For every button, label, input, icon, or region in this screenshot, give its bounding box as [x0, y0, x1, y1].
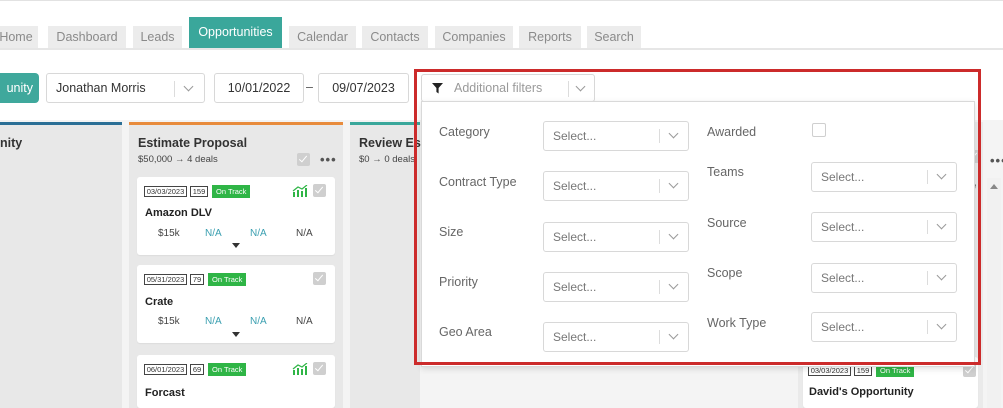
card-title: Amazon DLV — [145, 207, 213, 219]
card-date: 06/01/2023 — [144, 364, 187, 375]
chevron-down-icon[interactable] — [183, 81, 194, 92]
tabs-underline — [0, 48, 1003, 50]
status-badge: On Track — [208, 363, 247, 376]
tab-leads[interactable]: Leads — [133, 26, 182, 48]
opportunity-card[interactable]: 03/03/2023 159 On Track Amazon DLV $15k … — [137, 177, 335, 255]
date-from-input[interactable]: 10/01/2022 — [214, 73, 304, 103]
card-title: Crate — [145, 296, 174, 308]
card-metric: N/A — [296, 228, 313, 239]
column-summary: $50,000 → 4 deals — [138, 154, 218, 165]
card-metric: N/A — [296, 316, 313, 327]
user-select-value: Jonathan Morris — [56, 81, 146, 95]
card-days: 79 — [190, 274, 204, 285]
status-badge: On Track — [208, 273, 247, 286]
highlight-frame — [414, 69, 981, 365]
date-to-input[interactable]: 09/07/2023 — [318, 73, 409, 103]
column-summary: $0 → 0 deals — [359, 154, 415, 165]
card-title: David's Opportunity — [809, 386, 914, 398]
card-select-checkbox[interactable] — [313, 184, 326, 197]
card-select-checkbox[interactable] — [313, 362, 326, 375]
opportunity-card[interactable]: 06/01/2023 69 On Track Forcast — [137, 355, 335, 408]
scroll-up-icon[interactable] — [990, 184, 998, 189]
date-range-separator: – — [306, 80, 313, 94]
top-divider — [0, 0, 1003, 1]
card-days: 69 — [190, 364, 204, 375]
kanban-column-estimate-proposal: Estimate Proposal $50,000 → 4 deals ••• … — [129, 122, 343, 408]
tab-search[interactable]: Search — [587, 26, 641, 48]
status-badge: On Track — [212, 185, 251, 198]
card-metric: N/A — [250, 228, 267, 239]
tab-companies[interactable]: Companies — [435, 26, 513, 48]
column-menu-icon[interactable]: ••• — [320, 152, 337, 167]
card-days: 159 — [190, 186, 208, 197]
card-metric: N/A — [205, 316, 222, 327]
add-opportunity-button[interactable]: unity — [0, 73, 39, 103]
card-metric: N/A — [250, 316, 267, 327]
column-accent — [350, 122, 420, 125]
card-date: 03/03/2023 — [144, 186, 187, 197]
board-scrollbar[interactable] — [987, 178, 1001, 408]
kanban-column-opportunity: nity — [0, 122, 122, 408]
tab-contacts[interactable]: Contacts — [362, 26, 428, 48]
card-amount: $15k — [158, 228, 180, 239]
card-title: Forcast — [145, 387, 185, 399]
column-menu-icon[interactable]: ••• — [990, 153, 1003, 168]
tab-home[interactable]: Home — [0, 26, 38, 48]
trend-chart-icon[interactable] — [292, 363, 308, 375]
user-select[interactable]: Jonathan Morris — [46, 73, 205, 103]
expand-caret-icon[interactable] — [232, 332, 240, 337]
tab-reports[interactable]: Reports — [519, 26, 581, 48]
column-title: nity — [0, 136, 23, 150]
opportunity-card[interactable]: 05/31/2023 79 On Track Crate $15k N/A N/… — [137, 265, 335, 343]
column-title: Estimate Proposal — [138, 136, 248, 150]
card-date: 05/31/2023 — [144, 274, 187, 285]
column-select-checkbox[interactable] — [297, 153, 310, 166]
card-select-checkbox[interactable] — [313, 272, 326, 285]
expand-caret-icon[interactable] — [232, 243, 240, 248]
kanban-column-review-estimate: Review Est $0 → 0 deals — [350, 122, 421, 408]
column-accent — [129, 122, 343, 125]
card-amount: $15k — [158, 316, 180, 327]
tab-opportunities[interactable]: Opportunities — [189, 17, 282, 48]
tab-calendar[interactable]: Calendar — [289, 26, 356, 48]
trend-chart-icon[interactable] — [292, 185, 308, 197]
card-metric: N/A — [205, 228, 222, 239]
column-title: Review Est — [359, 136, 421, 150]
column-accent — [0, 122, 122, 125]
select-separator — [174, 81, 175, 97]
tab-dashboard[interactable]: Dashboard — [48, 26, 126, 48]
